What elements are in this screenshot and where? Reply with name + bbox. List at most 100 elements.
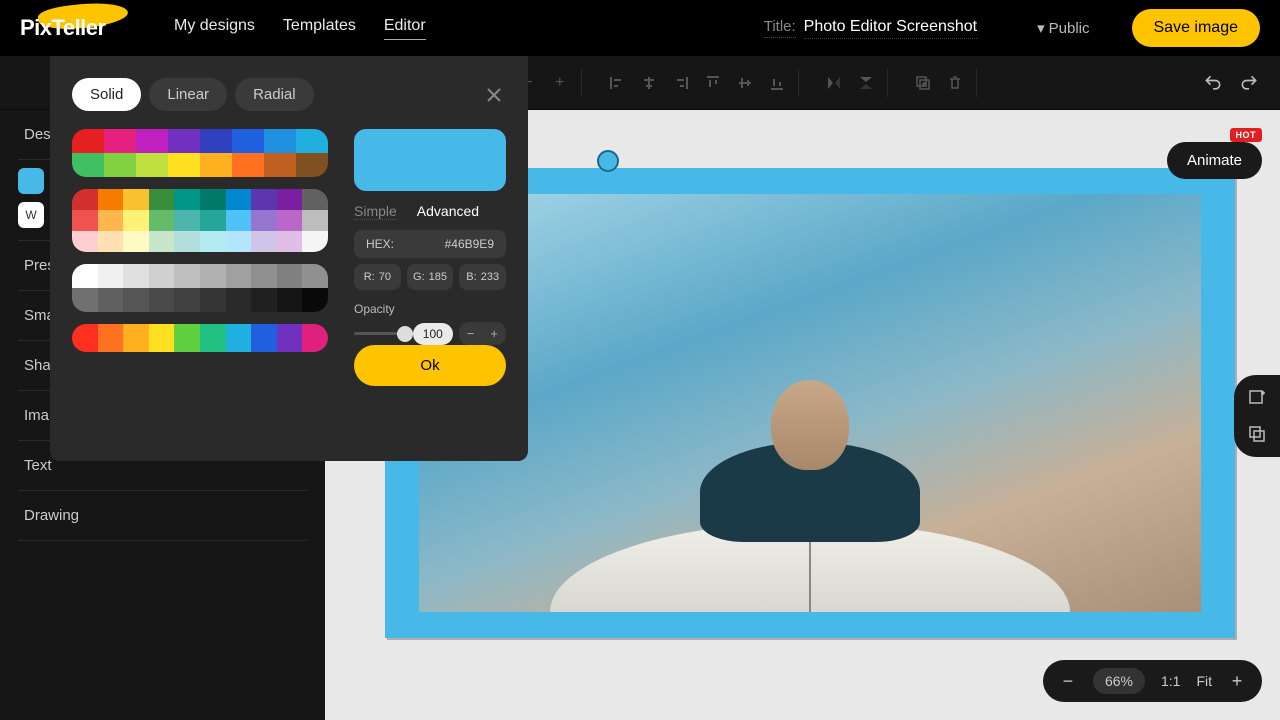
palette-swatch[interactable]: [174, 231, 200, 252]
hex-input[interactable]: HEX: #46B9E9: [354, 230, 506, 258]
zoom-out-button[interactable]: −: [1059, 672, 1077, 690]
plus-icon[interactable]: +: [549, 72, 571, 94]
flip-horizontal-icon[interactable]: [823, 72, 845, 94]
palette-swatch[interactable]: [226, 324, 252, 352]
nav-my-designs[interactable]: My designs: [174, 17, 255, 40]
add-layer-icon[interactable]: [1246, 387, 1268, 409]
palette-greyscale[interactable]: [72, 264, 328, 312]
sidebar-item-drawing[interactable]: Drawing: [18, 491, 307, 541]
palette-swatch[interactable]: [98, 264, 124, 288]
mode-simple[interactable]: Simple: [354, 203, 397, 220]
palette-swatch[interactable]: [226, 264, 252, 288]
palette-swatch[interactable]: [251, 231, 277, 252]
palette-swatch[interactable]: [123, 231, 149, 252]
zoom-in-button[interactable]: +: [1228, 672, 1246, 690]
zoom-fit-button[interactable]: Fit: [1196, 673, 1212, 689]
palette-material[interactable]: [72, 189, 328, 252]
palette-swatch[interactable]: [200, 129, 232, 153]
palette-swatch[interactable]: [296, 153, 328, 177]
palette-swatch[interactable]: [104, 153, 136, 177]
palette-swatch[interactable]: [98, 324, 124, 352]
palette-swatch[interactable]: [277, 324, 303, 352]
palette-swatch[interactable]: [200, 288, 226, 312]
palette-swatch[interactable]: [123, 189, 149, 210]
palette-swatch[interactable]: [277, 264, 303, 288]
palette-swatch[interactable]: [226, 210, 252, 231]
palette-swatch[interactable]: [98, 288, 124, 312]
ok-button[interactable]: Ok: [354, 345, 506, 386]
palette-swatch[interactable]: [264, 153, 296, 177]
palette-swatch[interactable]: [251, 288, 277, 312]
palette-vivid[interactable]: [72, 129, 328, 177]
palette-swatch[interactable]: [104, 129, 136, 153]
title-field[interactable]: Title: Photo Editor Screenshot: [764, 18, 977, 39]
palette-swatch[interactable]: [302, 189, 328, 210]
palette-swatch[interactable]: [72, 288, 98, 312]
opacity-step-down[interactable]: −: [459, 322, 483, 345]
rgb-g-input[interactable]: G:185: [407, 264, 454, 290]
sidebar-color-chip-blue[interactable]: [18, 168, 44, 194]
palette-swatch[interactable]: [149, 264, 175, 288]
opacity-value[interactable]: 100: [413, 323, 453, 345]
tab-radial[interactable]: Radial: [235, 78, 314, 111]
palette-swatch[interactable]: [149, 288, 175, 312]
opacity-step-up[interactable]: +: [482, 322, 506, 345]
palette-swatch[interactable]: [200, 189, 226, 210]
flip-vertical-icon[interactable]: [855, 72, 877, 94]
palette-swatch[interactable]: [72, 324, 98, 352]
align-center-h-icon[interactable]: [638, 72, 660, 94]
align-right-icon[interactable]: [670, 72, 692, 94]
sidebar-color-chip-white[interactable]: W: [18, 202, 44, 228]
palette-swatch[interactable]: [200, 324, 226, 352]
palette-swatch[interactable]: [149, 210, 175, 231]
palette-swatch[interactable]: [226, 288, 252, 312]
palette-swatch[interactable]: [149, 189, 175, 210]
nav-templates[interactable]: Templates: [283, 17, 356, 40]
close-icon[interactable]: [482, 83, 506, 107]
save-image-button[interactable]: Save image: [1132, 9, 1261, 47]
palette-swatch[interactable]: [72, 264, 98, 288]
zoom-value[interactable]: 66%: [1093, 668, 1145, 694]
align-left-icon[interactable]: [606, 72, 628, 94]
palette-swatch[interactable]: [302, 264, 328, 288]
nav-editor[interactable]: Editor: [384, 17, 426, 40]
opacity-slider[interactable]: [354, 332, 407, 335]
palette-swatch[interactable]: [72, 210, 98, 231]
undo-icon[interactable]: [1202, 72, 1224, 94]
duplicate-icon[interactable]: [912, 72, 934, 94]
palette-swatch[interactable]: [200, 153, 232, 177]
palette-swatch[interactable]: [277, 288, 303, 312]
palette-swatch[interactable]: [251, 324, 277, 352]
palette-swatch[interactable]: [149, 231, 175, 252]
palette-swatch[interactable]: [302, 324, 328, 352]
palette-swatch[interactable]: [277, 210, 303, 231]
palette-rainbow[interactable]: [72, 324, 328, 352]
align-bottom-icon[interactable]: [766, 72, 788, 94]
rgb-b-input[interactable]: B:233: [459, 264, 506, 290]
palette-swatch[interactable]: [174, 189, 200, 210]
palette-swatch[interactable]: [226, 189, 252, 210]
palette-swatch[interactable]: [123, 210, 149, 231]
palette-swatch[interactable]: [72, 129, 104, 153]
palette-swatch[interactable]: [123, 288, 149, 312]
animate-button[interactable]: Animate: [1167, 142, 1262, 179]
palette-swatch[interactable]: [302, 210, 328, 231]
duplicate-layer-icon[interactable]: [1246, 423, 1268, 445]
trash-icon[interactable]: [944, 72, 966, 94]
palette-swatch[interactable]: [296, 129, 328, 153]
palette-swatch[interactable]: [72, 153, 104, 177]
palette-swatch[interactable]: [174, 324, 200, 352]
palette-swatch[interactable]: [123, 324, 149, 352]
redo-icon[interactable]: [1238, 72, 1260, 94]
palette-swatch[interactable]: [251, 264, 277, 288]
palette-swatch[interactable]: [200, 210, 226, 231]
palette-swatch[interactable]: [200, 264, 226, 288]
tab-linear[interactable]: Linear: [149, 78, 227, 111]
palette-swatch[interactable]: [168, 153, 200, 177]
palette-swatch[interactable]: [277, 189, 303, 210]
palette-swatch[interactable]: [174, 210, 200, 231]
palette-swatch[interactable]: [226, 231, 252, 252]
rgb-r-input[interactable]: R:70: [354, 264, 401, 290]
palette-swatch[interactable]: [136, 129, 168, 153]
palette-swatch[interactable]: [174, 264, 200, 288]
